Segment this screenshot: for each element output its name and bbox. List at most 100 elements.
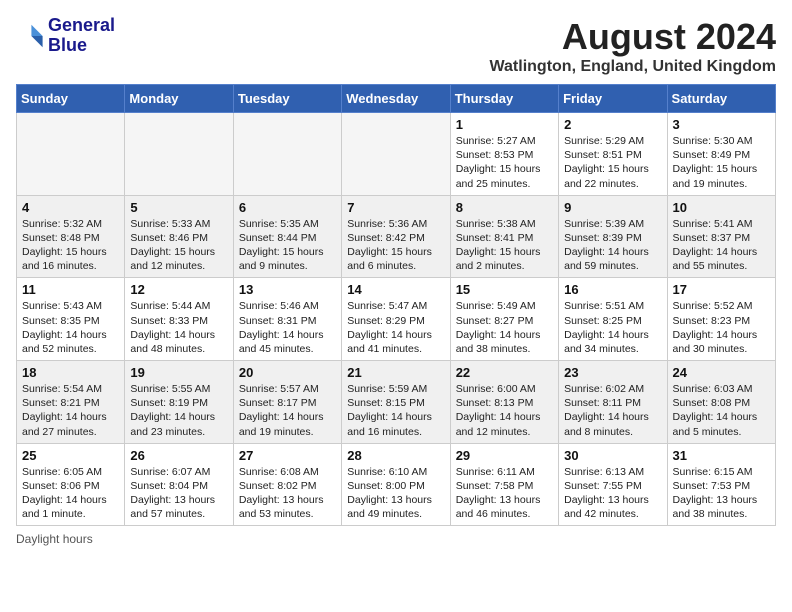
week-row-4: 18 Sunrise: 5:54 AM Sunset: 8:21 PM Dayli… (17, 361, 776, 444)
day-number: 6 (239, 200, 336, 215)
week-row-3: 11 Sunrise: 5:43 AM Sunset: 8:35 PM Dayli… (17, 278, 776, 361)
calendar-cell: 11 Sunrise: 5:43 AM Sunset: 8:35 PM Dayli… (17, 278, 125, 361)
day-info: Sunrise: 5:44 AM Sunset: 8:33 PM Dayligh… (130, 299, 227, 356)
day-info: Sunrise: 5:51 AM Sunset: 8:25 PM Dayligh… (564, 299, 661, 356)
day-info: Sunrise: 5:46 AM Sunset: 8:31 PM Dayligh… (239, 299, 336, 356)
calendar-cell: 16 Sunrise: 5:51 AM Sunset: 8:25 PM Dayli… (559, 278, 667, 361)
day-number: 21 (347, 365, 444, 380)
day-info: Sunrise: 5:29 AM Sunset: 8:51 PM Dayligh… (564, 134, 661, 191)
day-number: 23 (564, 365, 661, 380)
calendar-cell: 31 Sunrise: 6:15 AM Sunset: 7:53 PM Dayli… (667, 443, 775, 526)
week-row-2: 4 Sunrise: 5:32 AM Sunset: 8:48 PM Daylig… (17, 195, 776, 278)
logo: General Blue (16, 16, 115, 56)
calendar-cell: 5 Sunrise: 5:33 AM Sunset: 8:46 PM Daylig… (125, 195, 233, 278)
calendar-cell: 27 Sunrise: 6:08 AM Sunset: 8:02 PM Dayli… (233, 443, 341, 526)
day-info: Sunrise: 5:54 AM Sunset: 8:21 PM Dayligh… (22, 382, 119, 439)
col-header-monday: Monday (125, 85, 233, 113)
col-header-thursday: Thursday (450, 85, 558, 113)
day-info: Sunrise: 5:33 AM Sunset: 8:46 PM Dayligh… (130, 217, 227, 274)
calendar-cell: 17Sunrise: 5:52 AM Sunset: 8:23 PM Dayli… (667, 278, 775, 361)
calendar-cell: 26 Sunrise: 6:07 AM Sunset: 8:04 PM Dayli… (125, 443, 233, 526)
calendar-cell: 21Sunrise: 5:59 AM Sunset: 8:15 PM Dayli… (342, 361, 450, 444)
calendar-cell: 24Sunrise: 6:03 AM Sunset: 8:08 PM Dayli… (667, 361, 775, 444)
week-row-5: 25 Sunrise: 6:05 AM Sunset: 8:06 PM Dayli… (17, 443, 776, 526)
day-info: Sunrise: 6:15 AM Sunset: 7:53 PM Dayligh… (673, 465, 770, 522)
day-info: Sunrise: 5:38 AM Sunset: 8:41 PM Dayligh… (456, 217, 553, 274)
calendar-cell: 15Sunrise: 5:49 AM Sunset: 8:27 PM Dayli… (450, 278, 558, 361)
day-info: Sunrise: 5:39 AM Sunset: 8:39 PM Dayligh… (564, 217, 661, 274)
day-info: Sunrise: 6:00 AM Sunset: 8:13 PM Dayligh… (456, 382, 553, 439)
calendar-cell (125, 113, 233, 196)
day-info: Sunrise: 6:05 AM Sunset: 8:06 PM Dayligh… (22, 465, 119, 522)
day-number: 28 (347, 448, 444, 463)
calendar-cell: 12 Sunrise: 5:44 AM Sunset: 8:33 PM Dayli… (125, 278, 233, 361)
day-number: 9 (564, 200, 661, 215)
calendar-cell (233, 113, 341, 196)
day-info: Sunrise: 5:41 AM Sunset: 8:37 PM Dayligh… (673, 217, 770, 274)
calendar-cell: 28 Sunrise: 6:10 AM Sunset: 8:00 PM Dayli… (342, 443, 450, 526)
calendar-cell: 6 Sunrise: 5:35 AM Sunset: 8:44 PM Daylig… (233, 195, 341, 278)
day-info: Sunrise: 5:49 AM Sunset: 8:27 PM Dayligh… (456, 299, 553, 356)
day-info: Sunrise: 6:10 AM Sunset: 8:00 PM Dayligh… (347, 465, 444, 522)
col-header-friday: Friday (559, 85, 667, 113)
calendar-cell: 25 Sunrise: 6:05 AM Sunset: 8:06 PM Dayli… (17, 443, 125, 526)
col-header-tuesday: Tuesday (233, 85, 341, 113)
header: General Blue August 2024 Watlington, Eng… (16, 16, 776, 76)
calendar-cell: 3 Sunrise: 5:30 AM Sunset: 8:49 PM Daylig… (667, 113, 775, 196)
day-info: Sunrise: 5:32 AM Sunset: 8:48 PM Dayligh… (22, 217, 119, 274)
location: Watlington, England, United Kingdom (490, 58, 776, 76)
calendar-cell: 30Sunrise: 6:13 AM Sunset: 7:55 PM Dayli… (559, 443, 667, 526)
day-number: 5 (130, 200, 227, 215)
week-row-1: 1Sunrise: 5:27 AM Sunset: 8:53 PM Daylig… (17, 113, 776, 196)
calendar-cell: 29Sunrise: 6:11 AM Sunset: 7:58 PM Dayli… (450, 443, 558, 526)
calendar-table: SundayMondayTuesdayWednesdayThursdayFrid… (16, 84, 776, 526)
day-number: 7 (347, 200, 444, 215)
calendar-cell: 20Sunrise: 5:57 AM Sunset: 8:17 PM Dayli… (233, 361, 341, 444)
logo-icon (16, 22, 44, 50)
calendar-cell: 23Sunrise: 6:02 AM Sunset: 8:11 PM Dayli… (559, 361, 667, 444)
day-number: 25 (22, 448, 119, 463)
calendar-cell (17, 113, 125, 196)
day-number: 16 (564, 282, 661, 297)
calendar-cell: 1Sunrise: 5:27 AM Sunset: 8:53 PM Daylig… (450, 113, 558, 196)
day-number: 22 (456, 365, 553, 380)
day-number: 26 (130, 448, 227, 463)
day-info: Sunrise: 6:03 AM Sunset: 8:08 PM Dayligh… (673, 382, 770, 439)
day-number: 19 (130, 365, 227, 380)
day-number: 31 (673, 448, 770, 463)
day-info: Sunrise: 5:47 AM Sunset: 8:29 PM Dayligh… (347, 299, 444, 356)
calendar-cell: 18 Sunrise: 5:54 AM Sunset: 8:21 PM Dayli… (17, 361, 125, 444)
calendar-cell: 13 Sunrise: 5:46 AM Sunset: 8:31 PM Dayli… (233, 278, 341, 361)
day-number: 8 (456, 200, 553, 215)
day-number: 17 (673, 282, 770, 297)
day-info: Sunrise: 6:08 AM Sunset: 8:02 PM Dayligh… (239, 465, 336, 522)
footer-note: Daylight hours (16, 532, 776, 546)
day-info: Sunrise: 6:07 AM Sunset: 8:04 PM Dayligh… (130, 465, 227, 522)
day-info: Sunrise: 5:43 AM Sunset: 8:35 PM Dayligh… (22, 299, 119, 356)
day-info: Sunrise: 5:35 AM Sunset: 8:44 PM Dayligh… (239, 217, 336, 274)
day-number: 11 (22, 282, 119, 297)
calendar-cell (342, 113, 450, 196)
calendar-cell: 19 Sunrise: 5:55 AM Sunset: 8:19 PM Dayli… (125, 361, 233, 444)
day-info: Sunrise: 5:55 AM Sunset: 8:19 PM Dayligh… (130, 382, 227, 439)
day-number: 27 (239, 448, 336, 463)
day-number: 18 (22, 365, 119, 380)
col-header-saturday: Saturday (667, 85, 775, 113)
calendar-cell: 10Sunrise: 5:41 AM Sunset: 8:37 PM Dayli… (667, 195, 775, 278)
day-number: 13 (239, 282, 336, 297)
day-info: Sunrise: 5:57 AM Sunset: 8:17 PM Dayligh… (239, 382, 336, 439)
col-header-wednesday: Wednesday (342, 85, 450, 113)
day-number: 12 (130, 282, 227, 297)
calendar-cell: 2Sunrise: 5:29 AM Sunset: 8:51 PM Daylig… (559, 113, 667, 196)
day-info: Sunrise: 5:36 AM Sunset: 8:42 PM Dayligh… (347, 217, 444, 274)
day-number: 14 (347, 282, 444, 297)
day-info: Sunrise: 5:30 AM Sunset: 8:49 PM Dayligh… (673, 134, 770, 191)
day-number: 4 (22, 200, 119, 215)
day-info: Sunrise: 5:27 AM Sunset: 8:53 PM Dayligh… (456, 134, 553, 191)
day-number: 3 (673, 117, 770, 132)
day-number: 29 (456, 448, 553, 463)
month-year: August 2024 (490, 16, 776, 58)
header-row: SundayMondayTuesdayWednesdayThursdayFrid… (17, 85, 776, 113)
calendar-cell: 9 Sunrise: 5:39 AM Sunset: 8:39 PM Daylig… (559, 195, 667, 278)
logo-text: General Blue (48, 16, 115, 56)
